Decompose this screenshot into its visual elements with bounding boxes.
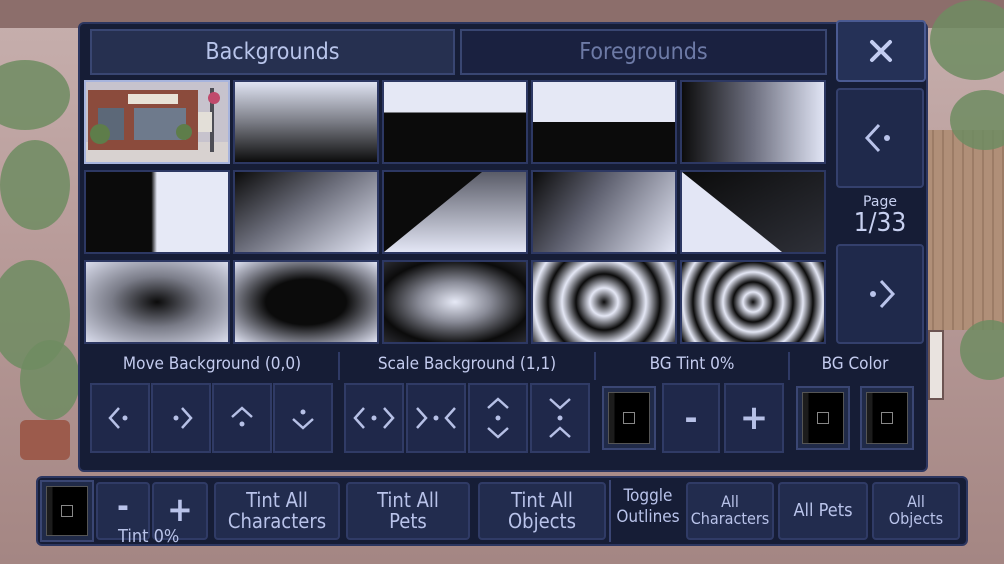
arrow-left-icon bbox=[108, 407, 128, 429]
background-tile[interactable] bbox=[531, 80, 677, 164]
bg-tint-label: BG Tint 0% bbox=[649, 354, 735, 374]
triangle-gradient-thumbnail bbox=[384, 172, 526, 252]
move-down-button[interactable] bbox=[273, 383, 333, 453]
bg-tint-swatch[interactable] bbox=[602, 386, 656, 450]
background-tile[interactable] bbox=[680, 170, 826, 254]
scale-background-label: Scale Background (1,1) bbox=[377, 354, 557, 374]
background-tile[interactable] bbox=[531, 170, 677, 254]
section-divider bbox=[594, 352, 596, 380]
coffee-shop-thumbnail bbox=[86, 82, 228, 162]
scale-horizontal-expand-button[interactable] bbox=[344, 383, 404, 453]
background-tile[interactable] bbox=[531, 260, 677, 344]
bg-tint-plus-button[interactable]: + bbox=[724, 383, 784, 453]
move-background-label: Move Background (0,0) bbox=[122, 354, 302, 374]
section-divider bbox=[788, 352, 790, 380]
tab-foregrounds[interactable]: Foregrounds bbox=[460, 29, 827, 75]
close-icon bbox=[870, 40, 892, 62]
background-tile[interactable] bbox=[382, 80, 528, 164]
chevron-left-icon bbox=[864, 123, 890, 153]
background-tile[interactable] bbox=[382, 170, 528, 254]
arrow-down-icon bbox=[292, 409, 314, 430]
arrow-right-icon bbox=[173, 407, 193, 429]
background-tile[interactable] bbox=[382, 260, 528, 344]
expand-horizontal-icon bbox=[353, 407, 395, 429]
background-grid bbox=[84, 80, 830, 348]
scale-vertical-shrink-button[interactable] bbox=[530, 383, 590, 453]
outline-all-pets-button[interactable]: All Pets bbox=[778, 482, 868, 540]
tint-all-objects-button[interactable]: Tint All Objects bbox=[478, 482, 606, 540]
background-tile[interactable] bbox=[680, 80, 826, 164]
tint-all-characters-button[interactable]: Tint All Characters bbox=[214, 482, 340, 540]
scale-horizontal-shrink-button[interactable] bbox=[406, 383, 466, 453]
shrink-vertical-icon bbox=[549, 398, 571, 438]
background-tile[interactable] bbox=[233, 260, 379, 344]
expand-vertical-icon bbox=[487, 397, 509, 439]
tint-color-swatch[interactable] bbox=[40, 480, 94, 542]
page-number: 1/33 bbox=[853, 208, 907, 238]
trapezoid-thumbnail bbox=[682, 172, 824, 252]
tab-backgrounds[interactable]: Backgrounds bbox=[90, 29, 455, 75]
background-tile[interactable] bbox=[84, 260, 230, 344]
background-tile[interactable] bbox=[233, 170, 379, 254]
scale-vertical-expand-button[interactable] bbox=[468, 383, 528, 453]
shrink-horizontal-icon bbox=[416, 407, 456, 429]
bg-tint-minus-button[interactable]: - bbox=[662, 383, 720, 453]
background-tile[interactable] bbox=[233, 80, 379, 164]
toggle-outlines-label: Toggle Outlines bbox=[616, 486, 680, 528]
bg-color-label: BG Color bbox=[821, 354, 889, 374]
outline-all-characters-button[interactable]: All Characters bbox=[686, 482, 774, 540]
toolbar-divider bbox=[609, 480, 611, 542]
section-divider bbox=[338, 352, 340, 380]
prev-page-button[interactable] bbox=[836, 88, 924, 188]
move-right-button[interactable] bbox=[151, 383, 211, 453]
bg-color-swatch-secondary[interactable] bbox=[860, 386, 914, 450]
tint-value-label: Tint 0% bbox=[118, 526, 180, 547]
background-tile[interactable] bbox=[84, 80, 230, 164]
bg-color-swatch-primary[interactable] bbox=[796, 386, 850, 450]
background-tile[interactable] bbox=[84, 170, 230, 254]
outline-all-objects-button[interactable]: All Objects bbox=[872, 482, 960, 540]
tint-all-pets-button[interactable]: Tint All Pets bbox=[346, 482, 470, 540]
chevron-right-icon bbox=[870, 279, 896, 309]
next-page-button[interactable] bbox=[836, 244, 924, 344]
close-button[interactable] bbox=[836, 20, 926, 82]
move-up-button[interactable] bbox=[212, 383, 272, 453]
arrow-up-icon bbox=[231, 406, 253, 427]
move-left-button[interactable] bbox=[90, 383, 150, 453]
background-tile[interactable] bbox=[680, 260, 826, 344]
